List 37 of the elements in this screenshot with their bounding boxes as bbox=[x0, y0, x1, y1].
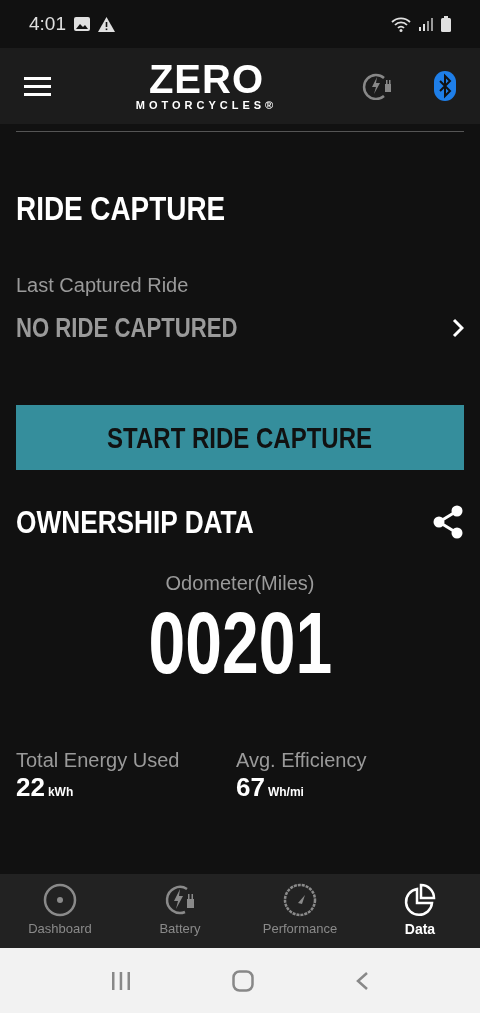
last-ride-row[interactable]: NO RIDE CAPTURED bbox=[16, 308, 464, 349]
nav-tab[interactable]: Data bbox=[360, 874, 480, 948]
bluetooth-icon[interactable] bbox=[434, 71, 456, 101]
last-ride-label: Last Captured Ride bbox=[16, 273, 190, 298]
nav-tab[interactable]: Battery bbox=[120, 874, 240, 948]
wifi-icon bbox=[391, 16, 411, 32]
recent-apps-icon[interactable] bbox=[110, 970, 131, 991]
pie-chart-icon bbox=[403, 882, 437, 917]
status-time: 4:01 bbox=[29, 11, 66, 36]
home-icon[interactable] bbox=[232, 969, 254, 992]
stat-value: 22 bbox=[16, 771, 45, 802]
logo-subtext: MOTORCYCLES® bbox=[135, 98, 278, 112]
share-icon[interactable] bbox=[432, 504, 464, 539]
target-icon bbox=[43, 883, 77, 918]
stat-label: Total Energy Used bbox=[16, 747, 181, 772]
battery-icon bbox=[441, 16, 451, 32]
charging-icon[interactable] bbox=[362, 72, 394, 100]
stat-unit: kWh bbox=[47, 783, 74, 801]
nav-tab[interactable]: Performance bbox=[240, 874, 360, 948]
section-title: RIDE CAPTURE bbox=[16, 188, 227, 228]
odometer-value: 00201 bbox=[148, 597, 332, 688]
odometer-label: Odometer(Miles) bbox=[164, 570, 316, 596]
stat-label: Avg. Efficiency bbox=[236, 747, 368, 772]
start-ride-capture-button[interactable]: START RIDE CAPTURE bbox=[16, 404, 464, 470]
back-icon[interactable] bbox=[355, 970, 370, 991]
chevron-right-icon bbox=[452, 318, 464, 339]
warning-icon bbox=[98, 16, 115, 32]
last-ride-value: NO RIDE CAPTURED bbox=[16, 312, 239, 345]
section-title: OWNERSHIP DATA bbox=[16, 502, 255, 542]
stat-unit: Wh/mi bbox=[267, 783, 304, 801]
signal-icon bbox=[419, 17, 433, 31]
menu-icon[interactable] bbox=[24, 76, 51, 96]
image-icon bbox=[74, 17, 90, 31]
gauge-icon bbox=[283, 883, 317, 918]
stat-value: 67 bbox=[236, 771, 265, 802]
nav-tab[interactable]: Dashboard bbox=[0, 874, 120, 948]
logo-text: ZERO bbox=[148, 60, 265, 98]
